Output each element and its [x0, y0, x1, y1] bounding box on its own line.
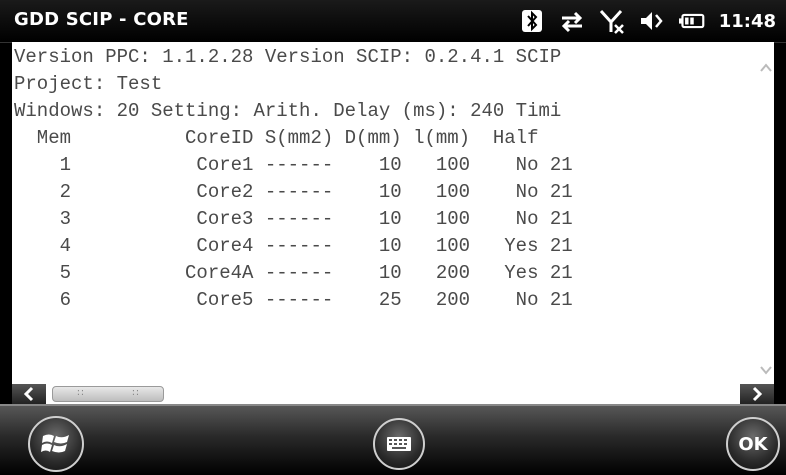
- start-button[interactable]: [28, 416, 84, 472]
- scroll-down-icon[interactable]: [759, 362, 773, 376]
- clock: 11:48: [718, 10, 776, 32]
- app-title: GDD SCIP - CORE: [14, 9, 189, 30]
- ok-label: OK: [738, 433, 768, 455]
- data-sync-icon[interactable]: [559, 8, 585, 34]
- grip-icon: ∷: [77, 388, 84, 399]
- grip-icon: ∷: [132, 388, 139, 399]
- ok-button[interactable]: OK: [726, 417, 780, 471]
- status-icons: 11:48: [519, 6, 776, 36]
- core-list-view[interactable]: Version PPC: 1.1.2.28 Version SCIP: 0.2.…: [12, 42, 774, 390]
- softkey-bar: OK: [0, 404, 786, 475]
- scroll-left-button[interactable]: [12, 384, 46, 404]
- version-line: Version PPC: 1.1.2.28 Version SCIP: 0.2.…: [14, 46, 562, 68]
- chevron-left-icon: [23, 386, 34, 402]
- keyboard-icon: [387, 437, 411, 451]
- no-signal-icon[interactable]: [599, 8, 625, 34]
- battery-icon[interactable]: [678, 8, 705, 34]
- horizontal-scroll-thumb[interactable]: ∷ ∷: [52, 386, 164, 402]
- keyboard-button[interactable]: [373, 418, 425, 470]
- settings-line: Windows: 20 Setting: Arith. Delay (ms): …: [14, 100, 562, 122]
- table-row[interactable]: 5 Core4A ------ 10 200 Yes 21: [14, 262, 573, 284]
- scroll-up-icon[interactable]: [759, 60, 773, 74]
- core-data-text: Version PPC: 1.1.2.28 Version SCIP: 0.2.…: [14, 44, 573, 314]
- volume-icon[interactable]: [639, 8, 665, 34]
- table-row[interactable]: 2 Core2 ------ 10 100 No 21: [14, 181, 573, 203]
- chevron-right-icon: [752, 386, 763, 402]
- table-row[interactable]: 6 Core5 ------ 25 200 No 21: [14, 289, 573, 311]
- bluetooth-icon[interactable]: [519, 8, 545, 34]
- scroll-right-button[interactable]: [740, 384, 774, 404]
- table-row[interactable]: 4 Core4 ------ 10 100 Yes 21: [14, 235, 573, 257]
- table-row[interactable]: 1 Core1 ------ 10 100 No 21: [14, 154, 573, 176]
- windows-logo-icon: [41, 434, 69, 453]
- title-bar: GDD SCIP - CORE 11:48: [0, 0, 786, 43]
- project-line: Project: Test: [14, 73, 163, 95]
- table-header: Mem CoreID S(mm2) D(mm) l(mm) Half: [14, 127, 539, 149]
- table-row[interactable]: 3 Core3 ------ 10 100 No 21: [14, 208, 573, 230]
- vertical-scrollbar[interactable]: [758, 42, 774, 390]
- horizontal-scrollbar[interactable]: ∷ ∷: [12, 384, 774, 404]
